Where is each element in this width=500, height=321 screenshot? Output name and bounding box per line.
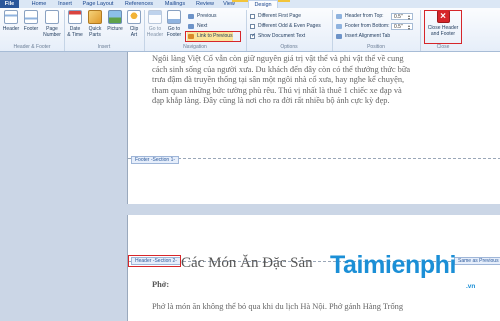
subheading[interactable]: Phở:	[152, 280, 169, 289]
picture-button[interactable]: Picture	[105, 10, 125, 42]
go-to-footer-button[interactable]: Go to Footer	[165, 10, 183, 42]
quick-parts-icon	[88, 10, 102, 24]
go-to-header-label-2: Header	[146, 32, 164, 38]
clip-art-label-2: Art	[130, 32, 138, 38]
go-to-header-button[interactable]: Go to Header	[146, 10, 164, 42]
tab-insert[interactable]: Insert	[54, 0, 76, 8]
quick-parts-button[interactable]: Quick Parts	[86, 10, 104, 42]
header-from-top-text: Header from Top:	[345, 13, 384, 19]
go-to-footer-label-2: Footer	[166, 32, 182, 38]
text-line: Ngôi làng Việt Cổ vẫn còn giữ nguyên giá…	[152, 54, 404, 63]
next-icon	[188, 24, 194, 29]
group-label-position: Position	[367, 44, 385, 50]
tab-design[interactable]: Design	[248, 0, 278, 8]
close-icon: ×	[436, 10, 450, 23]
page-number-icon	[45, 10, 59, 24]
watermark-brand: Taimienphi	[330, 251, 457, 279]
header-section-tag: Header -Section 2-	[131, 257, 181, 265]
clip-art-button[interactable]: Clip Art	[126, 10, 142, 42]
next-label: Next	[197, 23, 208, 29]
tab-home[interactable]: Home	[28, 0, 50, 8]
watermark-logo: Taimienphi .vn	[330, 247, 500, 321]
header-icon	[4, 10, 18, 24]
different-odd-even-label: Different Odd & Even Pages	[258, 23, 321, 29]
spin-arrows-icon[interactable]: ▴ ▾	[408, 14, 412, 21]
group-label-close: Close	[436, 44, 450, 50]
footer-position-icon	[336, 24, 342, 29]
picture-icon	[108, 10, 122, 24]
tab-review[interactable]: Review	[193, 0, 217, 8]
link-to-previous-label: Link to Previous	[197, 33, 233, 39]
footer-button-label: Footer	[23, 26, 39, 32]
text-line: trưa đậm đà truyền thống tại sân một ngô…	[152, 75, 405, 84]
calendar-icon	[68, 10, 82, 24]
tab-file[interactable]: File	[0, 0, 19, 8]
group-label-header-footer: Header & Footer	[13, 44, 51, 50]
tab-references[interactable]: References	[121, 0, 157, 8]
clip-art-icon	[127, 10, 141, 24]
text-line: cách sinh sống của người xưa. Du khách đ…	[152, 64, 411, 74]
go-to-footer-icon	[167, 10, 181, 24]
different-first-page-label: Different First Page	[258, 13, 301, 19]
different-first-page-checkbox[interactable]: Different First Page	[249, 12, 301, 21]
footer-from-bottom-text: Footer from Bottom:	[345, 23, 390, 29]
page-number-label-2: Number	[43, 32, 61, 38]
ribbon-tabs: File Home Insert Page Layout References …	[0, 0, 500, 8]
watermark-tld: .vn	[466, 283, 476, 290]
tab-page-layout[interactable]: Page Layout	[80, 0, 116, 8]
show-document-text-checkbox[interactable]: Show Document Text	[249, 32, 305, 41]
header-from-top-input[interactable]: 0.5" ▴ ▾	[391, 13, 413, 21]
footer-from-bottom-label: Footer from Bottom:	[335, 22, 389, 31]
different-odd-even-checkbox[interactable]: Different Odd & Even Pages	[249, 22, 321, 31]
checkbox-icon	[250, 14, 255, 19]
spin-arrows-icon[interactable]: ▴ ▾	[408, 24, 412, 31]
group-label-navigation: Navigation	[183, 44, 207, 50]
previous-icon	[188, 14, 194, 19]
footer-icon	[24, 10, 38, 24]
footer-boundary-line	[128, 158, 500, 159]
date-time-label-2: & Time	[67, 32, 83, 38]
picture-label: Picture	[107, 26, 123, 32]
link-icon	[188, 34, 194, 39]
show-document-text-label: Show Document Text	[258, 33, 306, 39]
insert-alignment-tab-button[interactable]: Insert Alignment Tab	[335, 32, 390, 41]
footer-from-bottom-value: 0.5"	[394, 24, 403, 30]
footer-button[interactable]: Footer	[21, 10, 41, 42]
quick-parts-label-2: Parts	[89, 32, 101, 38]
text-line: đạp khắp làng. Đây cũng là nơi cho ra đờ…	[152, 96, 390, 105]
checkbox-checked-icon	[250, 32, 256, 41]
text-line: tham quan những bức tường phù rêu. Thú v…	[152, 85, 402, 95]
date-time-button[interactable]: Date & Time	[66, 10, 84, 42]
next-button[interactable]: Next	[187, 22, 207, 31]
link-to-previous-button[interactable]: Link to Previous	[187, 32, 233, 41]
go-to-header-icon	[148, 10, 162, 24]
page-number-button[interactable]: Page Number	[42, 10, 62, 42]
header-button-label: Header	[2, 26, 20, 32]
document-page[interactable]: Ngôi làng Việt Cổ vẫn còn giữ nguyên giá…	[127, 52, 500, 204]
header-from-top-label: Header from Top:	[335, 12, 384, 21]
header-from-top-value: 0.5"	[394, 14, 403, 20]
previous-button[interactable]: Previous	[187, 12, 216, 21]
group-label-options: Options	[280, 44, 298, 50]
group-label-insert: Insert	[97, 44, 111, 50]
close-header-footer-button[interactable]: × Close Header and Footer	[424, 10, 462, 42]
footer-from-bottom-input[interactable]: 0.5" ▴ ▾	[391, 23, 413, 31]
section-heading[interactable]: Các Món Ăn Đặc Sản	[181, 255, 313, 271]
body-text[interactable]: Ngôi làng Việt Cổ vẫn còn giữ nguyên giá…	[152, 54, 492, 107]
close-button-label-2: and Footer	[430, 31, 456, 37]
insert-alignment-tab-label: Insert Alignment Tab	[345, 33, 391, 39]
previous-label: Previous	[197, 13, 217, 19]
footer-section-tag: Footer -Section 1-	[131, 156, 180, 164]
checkbox-icon	[250, 24, 255, 29]
ribbon: Header Footer Page Number Header & Foote…	[0, 8, 500, 52]
header-button[interactable]: Header	[1, 10, 21, 42]
tab-view[interactable]: View	[220, 0, 238, 8]
alignment-tab-icon	[336, 34, 342, 39]
header-position-icon	[336, 14, 342, 19]
tab-mailings[interactable]: Mailings	[161, 0, 189, 8]
